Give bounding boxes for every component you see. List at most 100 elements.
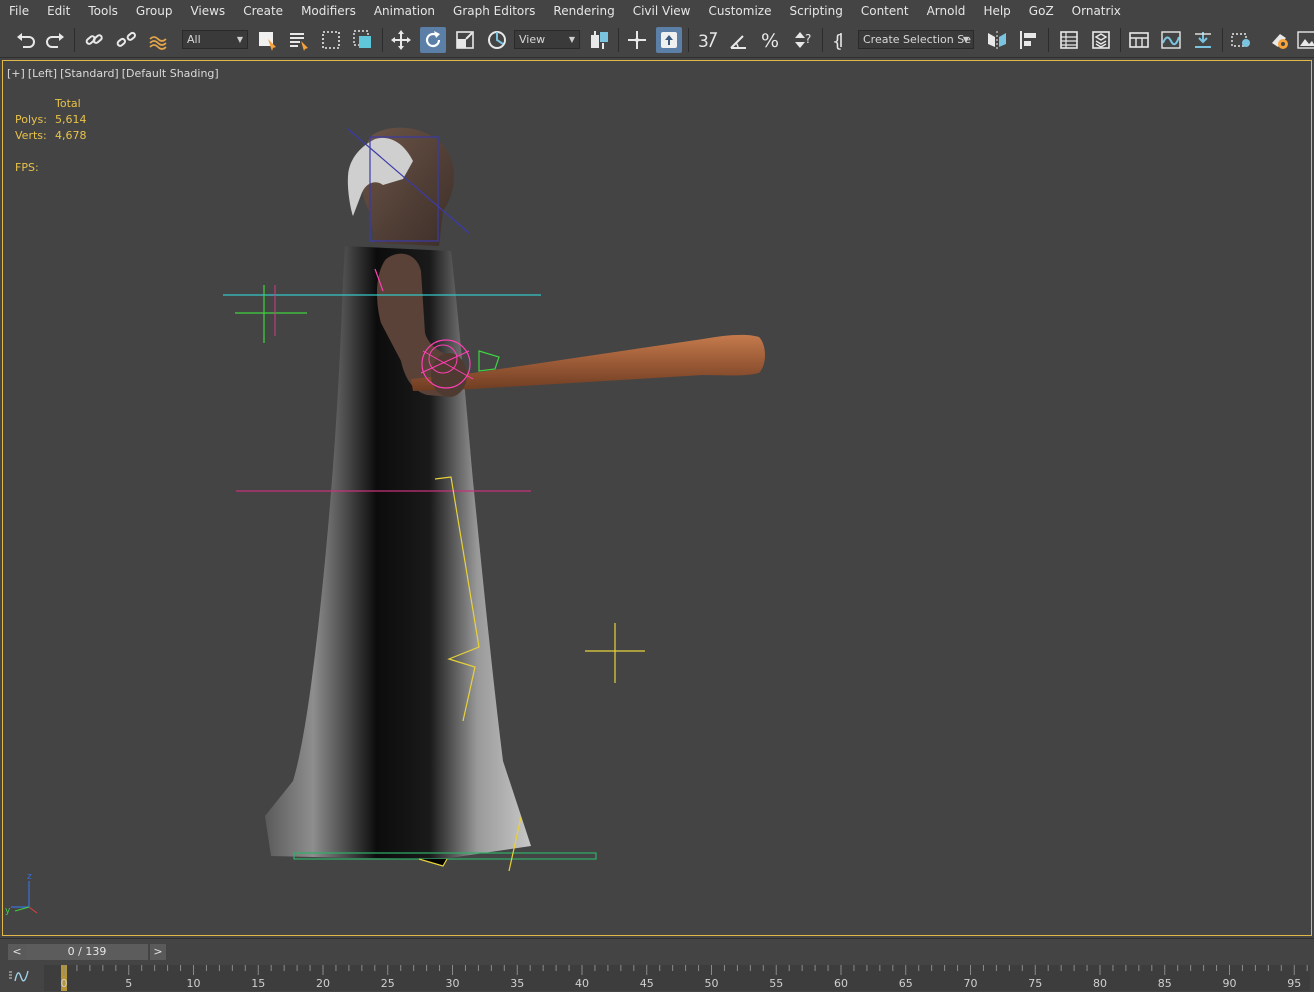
timeline-tick-label: 45	[640, 977, 654, 990]
percent-snap-icon[interactable]: %	[758, 27, 784, 53]
layer-explorer-icon[interactable]	[1088, 27, 1114, 53]
time-bar: < 0 / 139 > 0 5 10 15 20 25 30 35 40 45 50 55 60 65 70…	[0, 938, 1314, 992]
character-hand	[431, 353, 467, 397]
time-slider[interactable]: 0 / 139	[26, 944, 148, 960]
menu-civil-view[interactable]: Civil View	[624, 0, 700, 22]
spinner-snap-icon[interactable]: ?	[790, 27, 816, 53]
menu-help[interactable]: Help	[974, 0, 1019, 22]
mirror-icon[interactable]	[984, 27, 1010, 53]
timeline-tick-label: 15	[251, 977, 265, 990]
reference-coord-value: View	[519, 33, 546, 46]
place-icon[interactable]	[484, 27, 510, 53]
selection-filter-value: All	[187, 33, 201, 46]
menu-goz[interactable]: GoZ	[1020, 0, 1063, 22]
scale-icon[interactable]	[452, 27, 478, 53]
timeline-track[interactable]: 0 5 10 15 20 25 30 35 40 45 50 55 60 65 70 75 80 85 90 95	[44, 965, 1310, 991]
menu-customize[interactable]: Customize	[699, 0, 780, 22]
menu-graph-editors[interactable]: Graph Editors	[444, 0, 544, 22]
time-slider-prev-button[interactable]: <	[8, 944, 26, 960]
use-pivot-icon[interactable]	[586, 27, 612, 53]
timeline-tick-label: 0	[61, 977, 68, 990]
timeline-tick-label: 95	[1287, 977, 1301, 990]
svg-text:3: 3	[698, 32, 709, 51]
menu-group[interactable]: Group	[127, 0, 182, 22]
timeline-tick-label: 25	[381, 977, 395, 990]
render-setup-icon[interactable]	[1266, 27, 1292, 53]
statistics-overlay: Total Polys: 5,614 Verts: 4,678 FPS:	[15, 97, 87, 177]
undo-icon[interactable]	[12, 27, 38, 53]
timeline-tick-label: 70	[964, 977, 978, 990]
axis-z-label: z	[27, 872, 32, 882]
chevron-down-icon: ▼	[962, 35, 969, 44]
move-icon[interactable]	[388, 27, 414, 53]
select-manipulate-icon[interactable]	[624, 27, 650, 53]
menu-modifiers[interactable]: Modifiers	[292, 0, 365, 22]
menu-ornatrix[interactable]: Ornatrix	[1063, 0, 1130, 22]
timeline-tick-label: 5	[125, 977, 132, 990]
svg-text:%: %	[761, 30, 779, 51]
chevron-down-icon: ▼	[568, 35, 575, 44]
select-object-icon[interactable]	[254, 27, 280, 53]
timeline-tick-label: 60	[834, 977, 848, 990]
green-point-helper	[235, 285, 307, 343]
verts-count: 4,678	[55, 129, 87, 142]
verts-label: Verts:	[15, 129, 47, 142]
axis-tripod	[11, 881, 30, 908]
select-by-name-icon[interactable]	[286, 27, 312, 53]
dope-sheet-icon[interactable]	[1190, 27, 1216, 53]
snap-3d-icon[interactable]: 3	[694, 27, 720, 53]
menu-edit[interactable]: Edit	[38, 0, 79, 22]
viewport-render-mode[interactable]: [Standard]	[60, 67, 119, 80]
menu-rendering[interactable]: Rendering	[544, 0, 623, 22]
material-editor-icon[interactable]	[1228, 27, 1254, 53]
viewport-shading-mode[interactable]: [Default Shading]	[122, 67, 219, 80]
bind-spacewarp-icon[interactable]	[145, 27, 171, 53]
window-crossing-icon[interactable]	[350, 27, 376, 53]
polys-count: 5,614	[55, 113, 87, 126]
unlink-icon[interactable]	[113, 27, 139, 53]
timeline-tick-label: 40	[575, 977, 589, 990]
menu-animation[interactable]: Animation	[365, 0, 444, 22]
rect-selection-icon[interactable]	[318, 27, 344, 53]
align-icon[interactable]	[1016, 27, 1042, 53]
menu-tools[interactable]: Tools	[79, 0, 127, 22]
svg-text:?: ?	[805, 32, 811, 46]
menu-views[interactable]: Views	[181, 0, 234, 22]
keyboard-shortcut-icon[interactable]	[656, 27, 682, 53]
timeline-tick-label: 20	[316, 977, 330, 990]
menu-file[interactable]: File	[0, 0, 38, 22]
timeline-tick-label: 35	[510, 977, 524, 990]
viewport-left[interactable]: z y [+] [Left] [Standard] [Default Shading]…	[2, 60, 1312, 936]
redo-icon[interactable]	[43, 27, 69, 53]
ribbon-icon[interactable]	[1126, 27, 1152, 53]
edit-named-sel-icon[interactable]: {	[828, 27, 854, 53]
link-icon[interactable]	[81, 27, 107, 53]
timeline-tick-label: 65	[899, 977, 913, 990]
reference-coord-dropdown[interactable]: View ▼	[514, 30, 580, 49]
menu-scripting[interactable]: Scripting	[780, 0, 851, 22]
menu-arnold[interactable]: Arnold	[918, 0, 975, 22]
named-selection-value: Create Selection Se	[863, 33, 971, 46]
timeline-tick-label: 30	[446, 977, 460, 990]
time-slider-next-button[interactable]: >	[150, 944, 166, 960]
curve-editor-icon[interactable]	[1158, 27, 1184, 53]
menu-content[interactable]: Content	[852, 0, 918, 22]
rotate-icon[interactable]	[420, 27, 446, 53]
timeline-tick-label: 90	[1223, 977, 1237, 990]
selection-filter-dropdown[interactable]: All ▼	[182, 30, 248, 49]
mini-curve-editor-icon[interactable]	[8, 969, 42, 989]
scene-canvas[interactable]: z y	[3, 61, 1312, 936]
rendered-frame-icon[interactable]	[1294, 27, 1314, 53]
named-selection-dropdown[interactable]: Create Selection Se ▼	[858, 30, 974, 49]
menu-create[interactable]: Create	[234, 0, 292, 22]
timeline-tick-label: 85	[1158, 977, 1172, 990]
viewport-point-of-view[interactable]: [Left]	[28, 67, 57, 80]
timeline-tick-label: 75	[1028, 977, 1042, 990]
timeline-tick-label: 80	[1093, 977, 1107, 990]
viewport-label[interactable]: [+] [Left] [Standard] [Default Shading]	[7, 67, 222, 80]
viewport-menu-plus[interactable]: [+]	[7, 67, 25, 80]
chevron-down-icon: ▼	[236, 35, 243, 44]
angle-snap-icon[interactable]	[726, 27, 752, 53]
timeline-tick-label: 50	[705, 977, 719, 990]
scene-explorer-icon[interactable]	[1056, 27, 1082, 53]
